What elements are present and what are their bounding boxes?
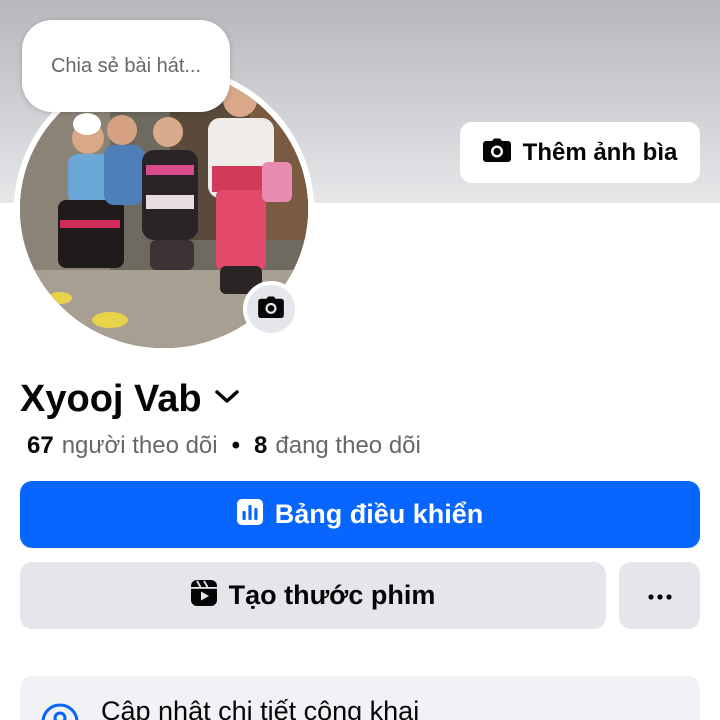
create-reel-label: Tạo thước phim — [228, 580, 436, 610]
camera-icon — [482, 138, 511, 167]
profile-name: Xyooj Vab — [20, 377, 202, 420]
clapperboard-icon — [190, 580, 217, 611]
following-count[interactable]: 8 — [254, 432, 267, 460]
note-bubble[interactable]: Chia sẻ bài hát... — [22, 20, 230, 112]
note-bubble-tail-joint — [75, 114, 97, 124]
ellipsis-icon — [647, 587, 672, 605]
more-options-button[interactable] — [619, 562, 700, 629]
update-public-details-card[interactable]: Cập nhật chi tiết công khai — [20, 676, 700, 720]
chevron-down-icon — [214, 389, 240, 410]
follow-stats: 67 người theo dõi • 8 đang theo dõi — [27, 430, 421, 462]
camera-icon — [258, 295, 284, 323]
create-reel-button[interactable]: Tạo thước phim — [20, 562, 606, 629]
stats-separator: • — [231, 432, 241, 459]
profile-screen: Thêm ảnh bìa Chia sẻ bài hát... Xyooj Va… — [0, 0, 720, 720]
details-icon — [40, 702, 80, 720]
add-cover-photo-button[interactable]: Thêm ảnh bìa — [460, 122, 700, 183]
following-label[interactable]: đang theo dõi — [275, 432, 420, 460]
note-placeholder: Chia sẻ bài hát... — [50, 54, 202, 77]
followers-count[interactable]: 67 — [27, 432, 54, 460]
followers-label[interactable]: người theo dõi — [62, 432, 218, 460]
profile-name-switcher[interactable]: Xyooj Vab — [20, 374, 240, 424]
add-cover-photo-label: Thêm ảnh bìa — [522, 138, 678, 166]
dashboard-button[interactable]: Bảng điều khiển — [20, 481, 700, 548]
update-public-details-label: Cập nhật chi tiết công khai — [101, 696, 420, 720]
dashboard-label: Bảng điều khiển — [274, 499, 484, 529]
bar-chart-icon — [236, 499, 263, 530]
change-profile-picture-button[interactable] — [243, 281, 299, 337]
